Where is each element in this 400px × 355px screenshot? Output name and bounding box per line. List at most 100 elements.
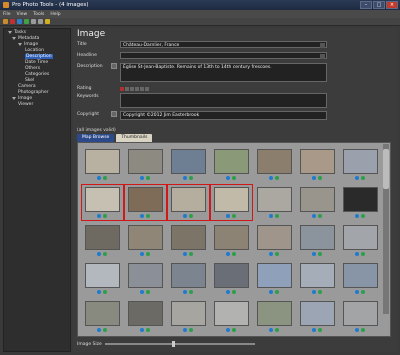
location-icon[interactable] xyxy=(183,328,187,332)
rating-star-icon[interactable] xyxy=(130,87,134,91)
info-icon[interactable] xyxy=(361,328,365,332)
location-icon[interactable] xyxy=(97,328,101,332)
info-icon[interactable] xyxy=(275,290,279,294)
location-icon[interactable] xyxy=(355,290,359,294)
copyright-field[interactable]: Copyright ©2012 Jim Easterbrook xyxy=(120,111,327,120)
thumbnail[interactable] xyxy=(125,147,166,182)
thumbnail[interactable] xyxy=(167,184,210,221)
location-icon[interactable] xyxy=(97,214,101,218)
thumbnail[interactable] xyxy=(82,223,123,258)
star-icon[interactable] xyxy=(45,19,50,24)
menu-help[interactable]: Help xyxy=(50,12,60,17)
info-icon[interactable] xyxy=(232,252,236,256)
info-icon[interactable] xyxy=(232,328,236,332)
info-icon[interactable] xyxy=(318,290,322,294)
tree-item[interactable]: Description xyxy=(25,54,53,59)
tab-thumbnails[interactable]: Thumbnails xyxy=(116,134,153,142)
rating-star-icon[interactable] xyxy=(145,87,149,91)
location-icon[interactable] xyxy=(312,214,316,218)
tab-map-browse[interactable]: Map Browse xyxy=(77,134,115,142)
thumbnail[interactable] xyxy=(254,299,295,334)
location-icon[interactable] xyxy=(269,252,273,256)
thumbnail[interactable] xyxy=(340,299,381,334)
info-icon[interactable] xyxy=(232,176,236,180)
keywords-field[interactable] xyxy=(120,93,327,108)
info-icon[interactable] xyxy=(318,176,322,180)
thumbnail[interactable] xyxy=(254,185,295,220)
expand-arrow-icon[interactable] xyxy=(12,97,16,100)
info-icon[interactable] xyxy=(189,214,193,218)
close-file-icon[interactable] xyxy=(10,19,15,24)
rating-star-icon[interactable] xyxy=(140,87,144,91)
location-icon[interactable] xyxy=(355,214,359,218)
edit-icon[interactable] xyxy=(111,111,117,117)
thumbnail[interactable] xyxy=(297,299,338,334)
location-icon[interactable] xyxy=(355,176,359,180)
info-icon[interactable] xyxy=(275,328,279,332)
thumbnail[interactable] xyxy=(82,147,123,182)
thumbnail[interactable] xyxy=(168,223,209,258)
tree-item[interactable]: Date Time xyxy=(25,60,48,65)
location-icon[interactable] xyxy=(183,290,187,294)
info-icon[interactable] xyxy=(103,252,107,256)
thumbnail[interactable] xyxy=(211,223,252,258)
location-icon[interactable] xyxy=(312,290,316,294)
thumbnail[interactable] xyxy=(81,184,124,221)
description-field[interactable]: Église St-Jean-Baptiste. Remains of 13th… xyxy=(120,63,327,82)
location-icon[interactable] xyxy=(226,176,230,180)
thumbnail[interactable] xyxy=(125,299,166,334)
thumbnail[interactable] xyxy=(211,299,252,334)
location-icon[interactable] xyxy=(269,214,273,218)
rating-star-icon[interactable] xyxy=(125,87,129,91)
tree-item[interactable]: Metadata xyxy=(12,36,39,41)
thumbnail[interactable] xyxy=(168,299,209,334)
info-icon[interactable] xyxy=(146,252,150,256)
location-icon[interactable] xyxy=(97,290,101,294)
thumbnail[interactable] xyxy=(125,261,166,296)
thumbnail[interactable] xyxy=(125,223,166,258)
info-icon[interactable] xyxy=(189,252,193,256)
location-icon[interactable] xyxy=(312,252,316,256)
thumbnail[interactable] xyxy=(168,147,209,182)
location-icon[interactable] xyxy=(183,176,187,180)
location-icon[interactable] xyxy=(140,328,144,332)
expand-arrow-icon[interactable] xyxy=(8,31,12,34)
info-icon[interactable] xyxy=(232,290,236,294)
location-icon[interactable] xyxy=(269,290,273,294)
edit-icon[interactable] xyxy=(111,63,117,69)
thumbnail[interactable] xyxy=(340,261,381,296)
thumbnail[interactable] xyxy=(211,147,252,182)
rating-star-icon[interactable] xyxy=(120,87,124,91)
expand-arrow-icon[interactable] xyxy=(18,43,22,46)
info-icon[interactable] xyxy=(361,290,365,294)
tree-item[interactable]: Camera xyxy=(18,84,36,89)
thumbnail[interactable] xyxy=(340,147,381,182)
info-icon[interactable] xyxy=(189,328,193,332)
open-icon[interactable] xyxy=(3,19,8,24)
thumbnail[interactable] xyxy=(254,261,295,296)
thumbnail[interactable] xyxy=(168,261,209,296)
thumbnail[interactable] xyxy=(297,223,338,258)
tree-item[interactable]: Skel xyxy=(25,78,34,83)
info-icon[interactable] xyxy=(275,176,279,180)
info-icon[interactable] xyxy=(318,328,322,332)
info-icon[interactable] xyxy=(103,328,107,332)
minimize-icon[interactable]: – xyxy=(360,1,372,9)
thumbnail[interactable] xyxy=(82,299,123,334)
info-icon[interactable] xyxy=(146,328,150,332)
info-icon[interactable] xyxy=(318,252,322,256)
location-icon[interactable] xyxy=(140,214,144,218)
title-field[interactable]: Château-Darnlier, France xyxy=(120,41,327,48)
location-icon[interactable] xyxy=(226,328,230,332)
location-icon[interactable] xyxy=(226,214,230,218)
tree-item[interactable]: Categories xyxy=(25,72,49,77)
info-icon[interactable] xyxy=(146,176,150,180)
info-icon[interactable] xyxy=(275,214,279,218)
slider-knob[interactable] xyxy=(172,341,176,347)
tree-item[interactable]: Image xyxy=(12,96,32,101)
info-icon[interactable] xyxy=(103,290,107,294)
location-icon[interactable] xyxy=(97,176,101,180)
location-icon[interactable] xyxy=(97,252,101,256)
maximize-icon[interactable]: □ xyxy=(373,1,385,9)
refresh-icon[interactable] xyxy=(24,19,29,24)
